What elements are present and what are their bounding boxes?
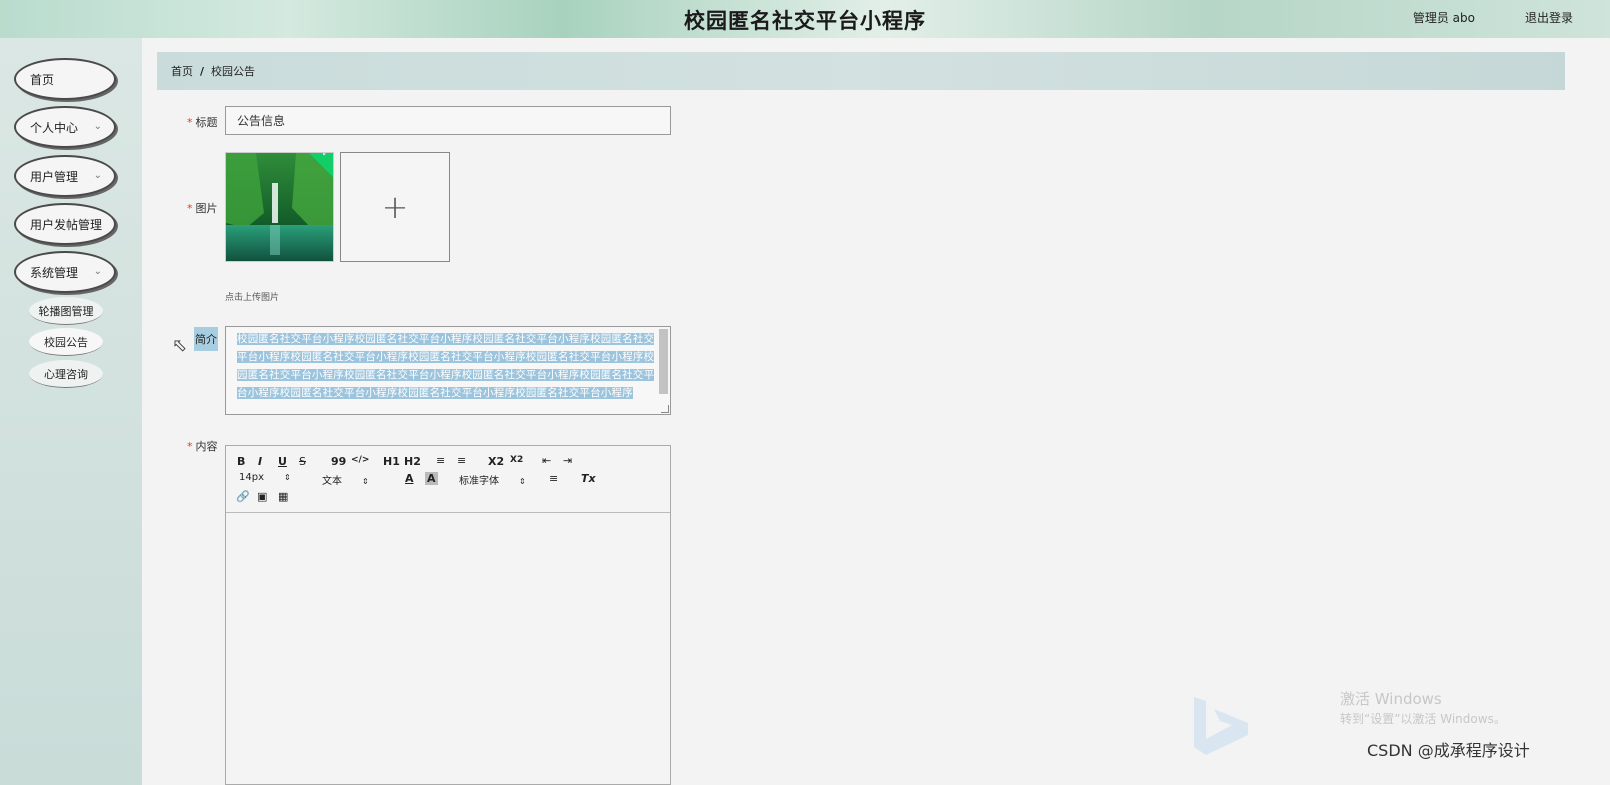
link-icon[interactable]: 🔗: [236, 490, 250, 503]
subscript-button[interactable]: X2: [488, 455, 504, 468]
waterfall-image: [226, 153, 333, 261]
breadcrumb: 首页 / 校园公告: [157, 52, 1565, 90]
chevron-down-icon: ⌄: [93, 170, 102, 181]
image-icon[interactable]: ▣: [257, 490, 267, 503]
breadcrumb-current: 校园公告: [211, 65, 256, 78]
font-size-select[interactable]: 14px ⇕: [239, 472, 291, 483]
video-icon[interactable]: ▦: [278, 490, 288, 503]
content-label-text: 内容: [195, 440, 218, 453]
editor-content-area[interactable]: [226, 513, 670, 785]
sidebar-item-label: 个人中心: [30, 120, 79, 135]
heading1-button[interactable]: H1: [383, 455, 400, 468]
align-icon[interactable]: ≡: [549, 472, 558, 485]
intro-label: 简介: [194, 327, 218, 351]
check-icon: ✓: [321, 152, 330, 160]
sidebar-item-system-management[interactable]: 系统管理 ⌄: [14, 251, 116, 293]
intro-text: 校园匿名社交平台小程序校园匿名社交平台小程序校园匿名社交平台小程序校园匿名社交平…: [237, 333, 655, 399]
font-color-button[interactable]: A: [405, 472, 414, 485]
csdn-watermark: CSDN @成承程序设计: [1367, 741, 1530, 760]
chevron-down-icon: ⌄: [93, 266, 102, 277]
sidebar-item-personal-center[interactable]: 个人中心 ⌄: [14, 106, 116, 148]
bold-button[interactable]: B: [237, 455, 245, 468]
block-type-select[interactable]: 文本 ⇕: [322, 472, 369, 487]
sidebar-subitem-label: 心理咨询: [44, 367, 88, 381]
sidebar: 首页 个人中心 ⌄ 用户管理 ⌄ 用户发帖管理 系统管理 ⌄ 轮播图管理 校园公…: [0, 38, 142, 785]
sidebar-item-label: 用户发帖管理: [30, 217, 103, 232]
top-header: 校园匿名社交平台小程序 管理员 abo 退出登录: [0, 0, 1610, 38]
indent-icon[interactable]: ⇥: [563, 454, 572, 467]
outdent-icon[interactable]: ⇤: [542, 454, 551, 467]
font-family-value: 标准字体: [459, 476, 499, 487]
font-family-select[interactable]: 标准字体 ⇕: [459, 472, 526, 487]
underline-button[interactable]: U: [278, 455, 287, 468]
select-arrow-icon: ⇕: [362, 477, 369, 486]
required-mark: *: [187, 116, 193, 129]
select-arrow-icon: ⇕: [284, 473, 291, 482]
image-upload-button[interactable]: +: [340, 152, 450, 262]
chevron-down-icon: ⌄: [93, 121, 102, 132]
title-input[interactable]: [225, 106, 671, 135]
activate-windows-title: 激活 Windows: [1340, 690, 1442, 708]
italic-button[interactable]: I: [258, 455, 262, 468]
strike-button[interactable]: S: [299, 455, 306, 468]
breadcrumb-home[interactable]: 首页: [171, 63, 193, 79]
intro-textarea[interactable]: 校园匿名社交平台小程序校园匿名社交平台小程序校园匿名社交平台小程序校园匿名社交平…: [225, 326, 671, 415]
required-mark: *: [187, 440, 193, 453]
sidebar-item-home[interactable]: 首页: [14, 58, 116, 100]
textarea-scrollbar[interactable]: [659, 329, 668, 394]
sidebar-subitem-label: 校园公告: [44, 335, 88, 349]
sidebar-item-label: 系统管理: [30, 265, 79, 280]
ordered-list-icon[interactable]: ≡: [436, 454, 445, 467]
sidebar-subitem-label: 轮播图管理: [38, 304, 94, 318]
content-label: * 内容: [187, 438, 218, 454]
sidebar-item-post-management[interactable]: 用户发帖管理: [14, 203, 116, 245]
resize-grip-icon[interactable]: [661, 405, 669, 413]
mouse-pointer-icon: ⬁: [172, 335, 188, 356]
editor-toolbar: B I U S 99 </> H1 H2 ≡ ≡ X2 X2 ⇤ ⇥ 14px ⇕…: [226, 446, 670, 513]
activate-windows-subtitle: 转到“设置”以激活 Windows。: [1340, 712, 1506, 726]
image-label: * 图片: [187, 200, 218, 216]
bing-logo-icon: [1194, 697, 1248, 755]
title-label: * 标题: [187, 114, 218, 130]
font-size-value: 14px: [239, 472, 264, 483]
heading2-button[interactable]: H2: [404, 455, 421, 468]
block-type-value: 文本: [322, 476, 342, 487]
blockquote-icon[interactable]: 99: [331, 455, 346, 468]
admin-user: 管理员 abo: [1412, 11, 1475, 25]
bullet-list-icon[interactable]: ≡: [457, 454, 466, 467]
upload-tip: 点击上传图片: [225, 293, 280, 303]
breadcrumb-separator: /: [200, 64, 205, 78]
required-mark: *: [187, 202, 193, 215]
sidebar-subitem-carousel[interactable]: 轮播图管理: [29, 297, 103, 325]
superscript-button[interactable]: X2: [510, 455, 523, 465]
sidebar-item-label: 用户管理: [30, 169, 79, 184]
sidebar-item-label: 首页: [30, 72, 55, 87]
logout-link[interactable]: 退出登录: [1525, 9, 1573, 26]
clear-format-button[interactable]: Tx: [581, 472, 596, 485]
plus-icon: +: [381, 188, 409, 226]
select-arrow-icon: ⇕: [519, 477, 526, 486]
sidebar-item-user-management[interactable]: 用户管理 ⌄: [14, 155, 116, 197]
code-block-icon[interactable]: </>: [351, 455, 369, 465]
title-label-text: 标题: [195, 116, 218, 129]
rich-text-editor[interactable]: B I U S 99 </> H1 H2 ≡ ≡ X2 X2 ⇤ ⇥ 14px ⇕…: [225, 445, 671, 785]
background-color-button[interactable]: A: [425, 472, 438, 485]
sidebar-subitem-counseling[interactable]: 心理咨询: [29, 360, 103, 388]
app-title: 校园匿名社交平台小程序: [684, 9, 926, 33]
image-label-text: 图片: [195, 202, 218, 215]
sidebar-subitem-campus-notice[interactable]: 校园公告: [29, 328, 103, 356]
uploaded-image-thumbnail[interactable]: ✓: [225, 152, 334, 262]
